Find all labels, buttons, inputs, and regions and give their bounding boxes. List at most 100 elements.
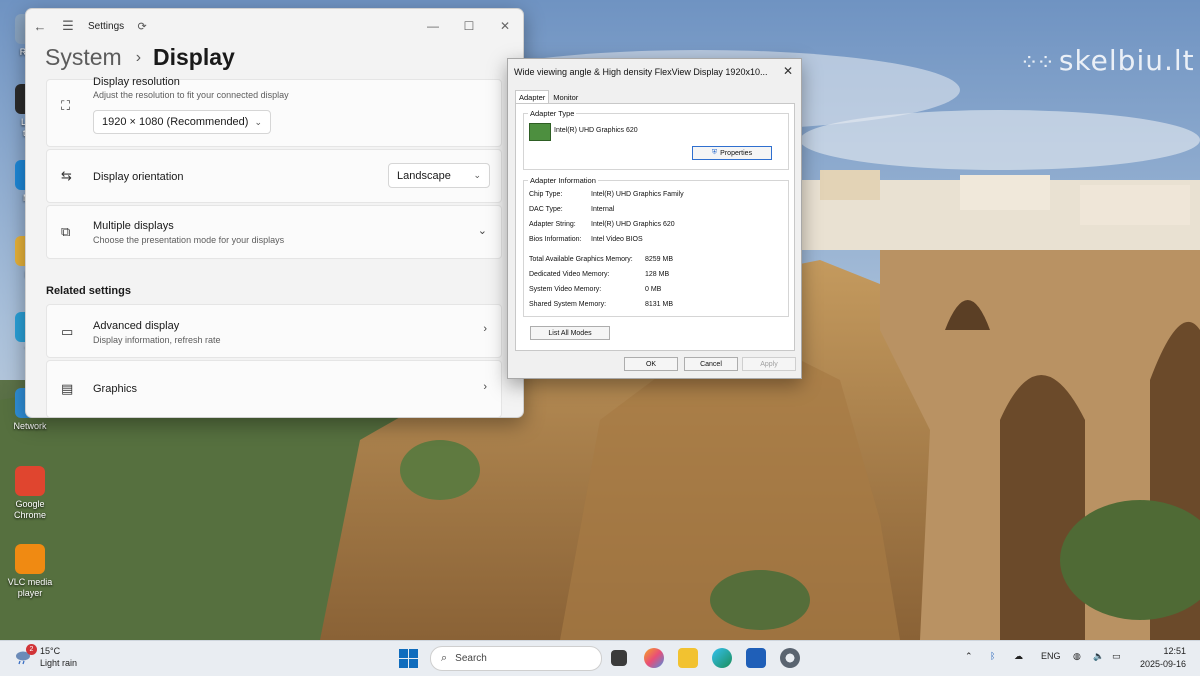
back-arrow-icon[interactable]: ← [26,19,54,34]
watermark-dots-icon: ⁘⁘ [1020,51,1055,76]
info-value: Intel(R) UHD Graphics Family [591,191,684,198]
multiple-displays-subtitle: Choose the presentation mode for your di… [93,235,285,245]
close-icon[interactable]: ✕ [783,64,793,78]
monitor-icon: ▭ [61,324,74,339]
onedrive-icon[interactable]: ☁ [1014,651,1023,662]
network-icon[interactable]: ◍ [1073,651,1081,662]
task-view-icon[interactable] [611,650,627,666]
taskbar: 2 15°C Light rain ⌕ Search ⌃ ᛒ ☁ ENG ◍ 🔈… [0,640,1200,676]
start-button[interactable] [399,649,418,668]
properties-button[interactable]: ⛨ Properties [692,146,772,160]
adapter-tab-pane: Adapter Type Intel(R) UHD Graphics 620 ⛨… [515,103,795,351]
settings-gear-icon[interactable] [780,648,800,668]
orientation-icon: ⇆ [61,168,72,183]
memory-key: System Video Memory: [529,286,602,293]
adapter-properties-dialog[interactable]: Wide viewing angle & High density FlexVi… [507,58,802,379]
weather-temperature: 15°C [40,646,61,656]
resolution-value: 1920 × 1080 (Recommended) [102,116,249,128]
ok-button[interactable]: OK [624,357,678,371]
cancel-button[interactable]: Cancel [684,357,738,371]
desktop-app-icon [15,466,45,496]
resolution-icon: ⛶ [61,98,71,113]
display-resolution-card: ⛶ Display resolution Adjust the resoluti… [46,76,502,147]
breadcrumb-system[interactable]: System [45,44,122,71]
chevron-up-icon[interactable]: ⌃ [965,651,973,662]
desktop-icon-label: VLC media player [7,577,53,598]
info-key: Chip Type: [529,191,563,198]
windows-logo-icon [399,659,408,668]
clock-date: 2025-09-16 [1139,659,1186,669]
battery-icon[interactable]: ▭ [1112,651,1121,662]
close-icon[interactable]: ✕ [487,19,523,33]
memory-info-row: Total Available Graphics Memory: 8259 MB [529,256,673,263]
clock-time: 12:51 [1163,646,1186,656]
desktop-icon-label: Network [13,421,47,431]
info-key: Bios Information: [529,236,582,243]
adapter-name: Intel(R) UHD Graphics 620 [554,127,638,134]
shield-icon: ⛨ [711,149,718,156]
weather-badge: 2 [26,644,37,655]
memory-key: Dedicated Video Memory: [529,271,610,278]
file-explorer-icon[interactable] [678,648,698,668]
display-resolution-title: Display resolution [93,76,180,88]
adapter-info-label: Adapter Information [528,176,598,185]
adapter-info-group: Adapter Information Chip Type: Intel(R) U… [523,176,789,317]
edge-icon[interactable] [712,648,732,668]
related-settings-heading: Related settings [46,285,131,297]
settings-titlebar[interactable]: ← ☰ Settings ⟳ — ☐ ✕ [26,9,523,43]
windows-logo-icon [409,649,418,658]
info-key: Adapter String: [529,221,576,228]
advanced-display-title: Advanced display [93,320,180,332]
store-icon[interactable] [746,648,766,668]
windows-logo-icon [399,649,408,658]
chevron-down-icon: ⌄ [473,170,481,180]
memory-info-row: Dedicated Video Memory: 128 MB [529,271,669,278]
desktop-icon-label: Google Chrome [13,499,46,520]
taskbar-search[interactable]: ⌕ Search [430,646,602,671]
clock[interactable]: 12:51 2025-09-16 [1140,645,1186,671]
language-indicator[interactable]: ENG [1041,651,1061,661]
weather-description: Light rain [40,658,78,668]
display-resolution-subtitle: Adjust the resolution to fit your connec… [93,90,289,100]
display-orientation-card: ⇆ Display orientation Landscape ⌄ [46,149,502,203]
hamburger-menu-icon[interactable]: ☰ [54,18,82,34]
search-placeholder: Search [455,653,487,664]
multiple-displays-icon: ⧉ [61,224,71,239]
chevron-right-icon: › [483,323,487,335]
memory-value: 8259 MB [645,256,674,263]
memory-info-row: System Video Memory: 0 MB [529,286,661,293]
desktop-icon[interactable]: Google Chrome [4,466,56,521]
weather-widget[interactable]: 2 15°C Light rain [14,644,78,669]
orientation-dropdown[interactable]: Landscape ⌄ [388,163,490,188]
info-value: Intel Video BIOS [591,236,643,243]
memory-value: 128 MB [645,271,670,278]
bluetooth-icon[interactable]: ᛒ [990,651,995,661]
graphics-title: Graphics [93,383,138,395]
minimize-icon[interactable]: — [415,19,451,33]
adapter-info-row: Adapter String: Intel(R) UHD Graphics 620 [529,221,675,228]
maximize-icon[interactable]: ☐ [451,19,487,33]
page-title: Display [153,44,235,70]
desktop-icon[interactable]: VLC media player [4,544,56,599]
graphics-adapter-icon [529,123,551,141]
desktop-app-icon [15,544,45,574]
copilot-icon[interactable] [644,648,664,668]
settings-window[interactable]: ← ☰ Settings ⟳ — ☐ ✕ System › Display ⛶ … [25,8,524,418]
sync-icon[interactable]: ⟳ [128,20,156,33]
memory-key: Shared System Memory: [529,301,607,308]
resolution-dropdown[interactable]: 1920 × 1080 (Recommended) ⌄ [93,110,271,134]
graphics-card[interactable]: ▤ Graphics › [46,360,502,417]
advanced-display-card[interactable]: ▭ Advanced display Display information, … [46,304,502,358]
properties-button-label: Properties [720,149,753,157]
memory-value: 8131 MB [645,301,674,308]
info-key: DAC Type: [529,206,563,213]
orientation-value: Landscape [397,169,451,182]
volume-icon[interactable]: 🔈 [1093,651,1104,662]
apply-button[interactable]: Apply [742,357,796,371]
adapter-info-row: Bios Information: Intel Video BIOS [529,236,643,243]
chevron-down-icon[interactable]: ⌄ [478,224,487,237]
memory-info-row: Shared System Memory: 8131 MB [529,301,673,308]
display-orientation-title: Display orientation [93,171,184,183]
list-all-modes-button[interactable]: List All Modes [530,326,610,340]
multiple-displays-card[interactable]: ⧉ Multiple displays Choose the presentat… [46,205,502,259]
